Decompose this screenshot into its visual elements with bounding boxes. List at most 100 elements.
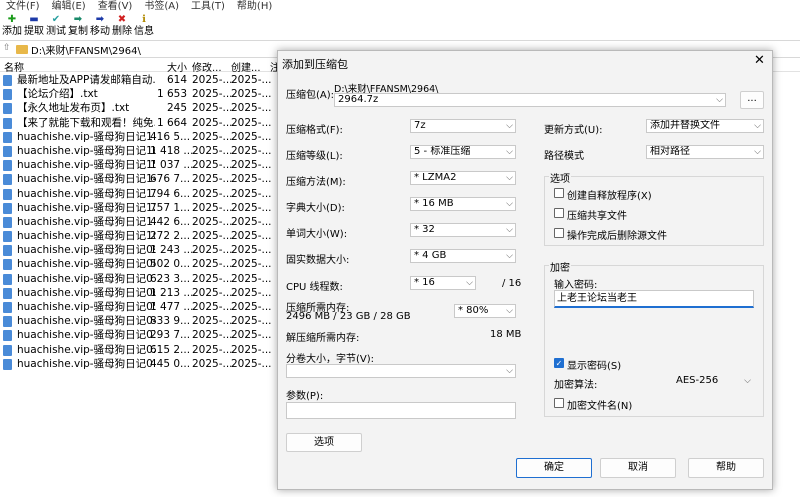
file-row[interactable]: huachishe.vip-骚母狗日记05... 1 477 ... 2025-..… — [0, 300, 290, 314]
file-row[interactable]: huachishe.vip-骚母狗日记01... 445 0... 2025-...… — [0, 357, 290, 371]
method-select[interactable]: * LZMA2 ⌵ — [410, 171, 516, 185]
test-button[interactable]: ✔ 测试 — [45, 14, 67, 40]
column-size[interactable]: 大小 — [167, 59, 187, 74]
encryption-group-title: 加密 — [549, 259, 571, 274]
file-size: 1 477 ... — [150, 301, 194, 313]
password-input[interactable]: 上老王论坛当老王 — [554, 290, 754, 308]
file-row[interactable]: huachishe.vip-骚母狗日记09... 1 243 ... 2025-..… — [0, 243, 290, 257]
file-row[interactable]: huachishe.vip-骚母狗日记07... 623 3... 2025-...… — [0, 272, 290, 286]
file-size: 416 5... — [150, 130, 191, 143]
file-row[interactable]: huachishe.vip-骚母狗日记12... 757 1... 2025-...… — [0, 201, 290, 215]
parameters-input[interactable] — [286, 402, 516, 419]
file-row[interactable]: huachishe.vip-骚母狗日记03... 293 7... 2025-...… — [0, 328, 290, 342]
file-row[interactable]: huachishe.vip-骚母狗日记02... 615 2... 2025-...… — [0, 343, 290, 357]
browse-button[interactable]: ... — [740, 91, 764, 109]
column-name[interactable]: 名称 — [4, 59, 24, 74]
file-icon — [3, 89, 12, 101]
file-row[interactable]: huachishe.vip-骚母狗日记15... 1 037 ... 2025-..… — [0, 158, 290, 172]
memory-percent-select[interactable]: * 80% ⌵ — [454, 304, 516, 318]
password-label: 输入密码: — [554, 280, 598, 291]
file-row[interactable]: 【永久地址发布页】.txt 245 2025-... 2025-... — [0, 101, 290, 115]
help-button[interactable]: 帮助 — [688, 458, 764, 478]
delete-after-checkbox[interactable] — [554, 228, 564, 238]
file-row[interactable]: huachishe.vip-骚母狗日记14... 676 7... 2025-...… — [0, 172, 290, 186]
extract-button[interactable]: ▬ 提取 — [23, 14, 45, 40]
close-icon[interactable]: ✕ — [754, 53, 765, 68]
menu-file[interactable]: 文件(F) — [0, 0, 46, 14]
file-row[interactable]: huachishe.vip-骚母狗日记08... 502 0... 2025-...… — [0, 257, 290, 271]
file-row[interactable]: huachishe.vip-骚母狗日记13... 794 6... 2025-...… — [0, 187, 290, 201]
file-icon — [3, 358, 12, 370]
solid-size-select[interactable]: * 4 GB ⌵ — [410, 249, 516, 263]
split-size-combo[interactable]: ⌵ — [286, 364, 516, 378]
file-row[interactable]: huachishe.vip-骚母狗日记04... 833 9... 2025-...… — [0, 314, 290, 328]
encrypt-names-checkbox[interactable] — [554, 398, 564, 408]
cancel-button[interactable]: 取消 — [600, 458, 676, 478]
chevron-down-icon: ⌵ — [506, 366, 513, 376]
show-password-checkbox[interactable]: ✓ — [554, 358, 564, 368]
file-row[interactable]: 【论坛介绍】.txt 1 653 2025-... 2025-... — [0, 87, 290, 101]
file-created: 2025-... — [231, 329, 272, 342]
archive-name-combo[interactable]: 2964.7z ⌵ — [334, 93, 726, 107]
plus-icon: ✚ — [7, 14, 17, 25]
dictionary-select[interactable]: * 16 MB ⌵ — [410, 197, 516, 211]
file-name: huachishe.vip-骚母狗日记05... — [17, 301, 155, 313]
file-size: 272 2... — [150, 230, 191, 243]
file-size: 1 418 ... — [150, 144, 194, 157]
archive-label: 压缩包(A): — [286, 90, 335, 101]
file-modified: 2025-... — [192, 173, 233, 186]
dialog-title: 添加到压缩包 — [282, 58, 348, 71]
up-arrow-icon[interactable]: ⇧ — [3, 43, 11, 53]
file-modified: 2025-... — [192, 102, 233, 115]
file-row[interactable]: huachishe.vip-骚母狗日记06... 1 213 ... 2025-..… — [0, 286, 290, 300]
file-row[interactable]: 最新地址及APP请发邮箱自动... 614 2025-... 2025-... — [0, 73, 290, 87]
file-created: 2025-... — [231, 301, 272, 313]
update-mode-label: 更新方式(U): — [544, 125, 603, 136]
file-row[interactable]: huachishe.vip-骚母狗日记10... 272 2... 2025-...… — [0, 229, 290, 243]
sfx-checkbox[interactable] — [554, 188, 564, 198]
add-button[interactable]: ✚ 添加 — [1, 14, 23, 40]
encryption-method-select[interactable]: AES-256 ⌵ — [672, 374, 754, 388]
ok-button[interactable]: 确定 — [516, 458, 592, 478]
file-modified: 2025-... — [192, 301, 233, 313]
info-button[interactable]: ℹ 信息 — [133, 14, 155, 40]
options-button[interactable]: 选项 — [286, 433, 362, 452]
column-created[interactable]: 创建... — [231, 59, 261, 74]
file-icon — [3, 302, 12, 313]
move-label: 移动 — [90, 26, 110, 37]
path-mode-select[interactable]: 相对路径 ⌵ — [646, 145, 764, 159]
format-select[interactable]: 7z ⌵ — [410, 119, 516, 133]
info-label: 信息 — [134, 26, 154, 37]
word-size-label: 单词大小(W): — [286, 229, 348, 240]
sfx-label: 创建自释放程序(X) — [567, 191, 652, 202]
move-button[interactable]: ➡ 移动 — [89, 14, 111, 40]
menu-help[interactable]: 帮助(H) — [231, 0, 278, 14]
copy-button[interactable]: ➡ 复制 — [67, 14, 89, 40]
file-modified: 2025-... — [192, 159, 233, 172]
menu-view[interactable]: 查看(V) — [92, 0, 139, 14]
file-row[interactable]: huachishe.vip-骚母狗日记17... 416 5... 2025-...… — [0, 130, 290, 144]
cpu-threads-value: * 16 — [414, 277, 435, 288]
level-select[interactable]: 5 - 标准压缩 ⌵ — [410, 145, 516, 159]
delete-after-label: 操作完成后删除源文件 — [567, 231, 667, 242]
method-label: 压缩方法(M): — [286, 177, 346, 188]
file-modified: 2025-... — [192, 88, 233, 101]
chevron-down-icon: ⌵ — [754, 147, 761, 157]
update-mode-select[interactable]: 添加并替换文件 ⌵ — [646, 119, 764, 133]
word-size-select[interactable]: * 32 ⌵ — [410, 223, 516, 237]
file-icon — [3, 174, 12, 186]
column-modified[interactable]: 修改... — [192, 59, 222, 74]
menu-tools[interactable]: 工具(T) — [185, 0, 231, 14]
shared-files-checkbox[interactable] — [554, 208, 564, 218]
delete-button[interactable]: ✖ 删除 — [111, 14, 133, 40]
file-created: 2025-... — [231, 173, 272, 186]
file-size: 676 7... — [150, 173, 191, 186]
file-row[interactable]: huachishe.vip-骚母狗日记16... 1 418 ... 2025-..… — [0, 144, 290, 158]
file-row[interactable]: huachishe.vip-骚母狗日记11... 442 6... 2025-...… — [0, 215, 290, 229]
encryption-method-label: 加密算法: — [554, 380, 598, 391]
cpu-threads-select[interactable]: * 16 ⌵ — [410, 276, 476, 290]
menu-edit[interactable]: 编辑(E) — [46, 0, 92, 14]
file-row[interactable]: 【来了就能下载和观看！纯免... 1 664 2025-... 2025-... — [0, 116, 290, 130]
menu-bookmarks[interactable]: 书签(A) — [138, 0, 185, 14]
dictionary-label: 字典大小(D): — [286, 203, 345, 214]
